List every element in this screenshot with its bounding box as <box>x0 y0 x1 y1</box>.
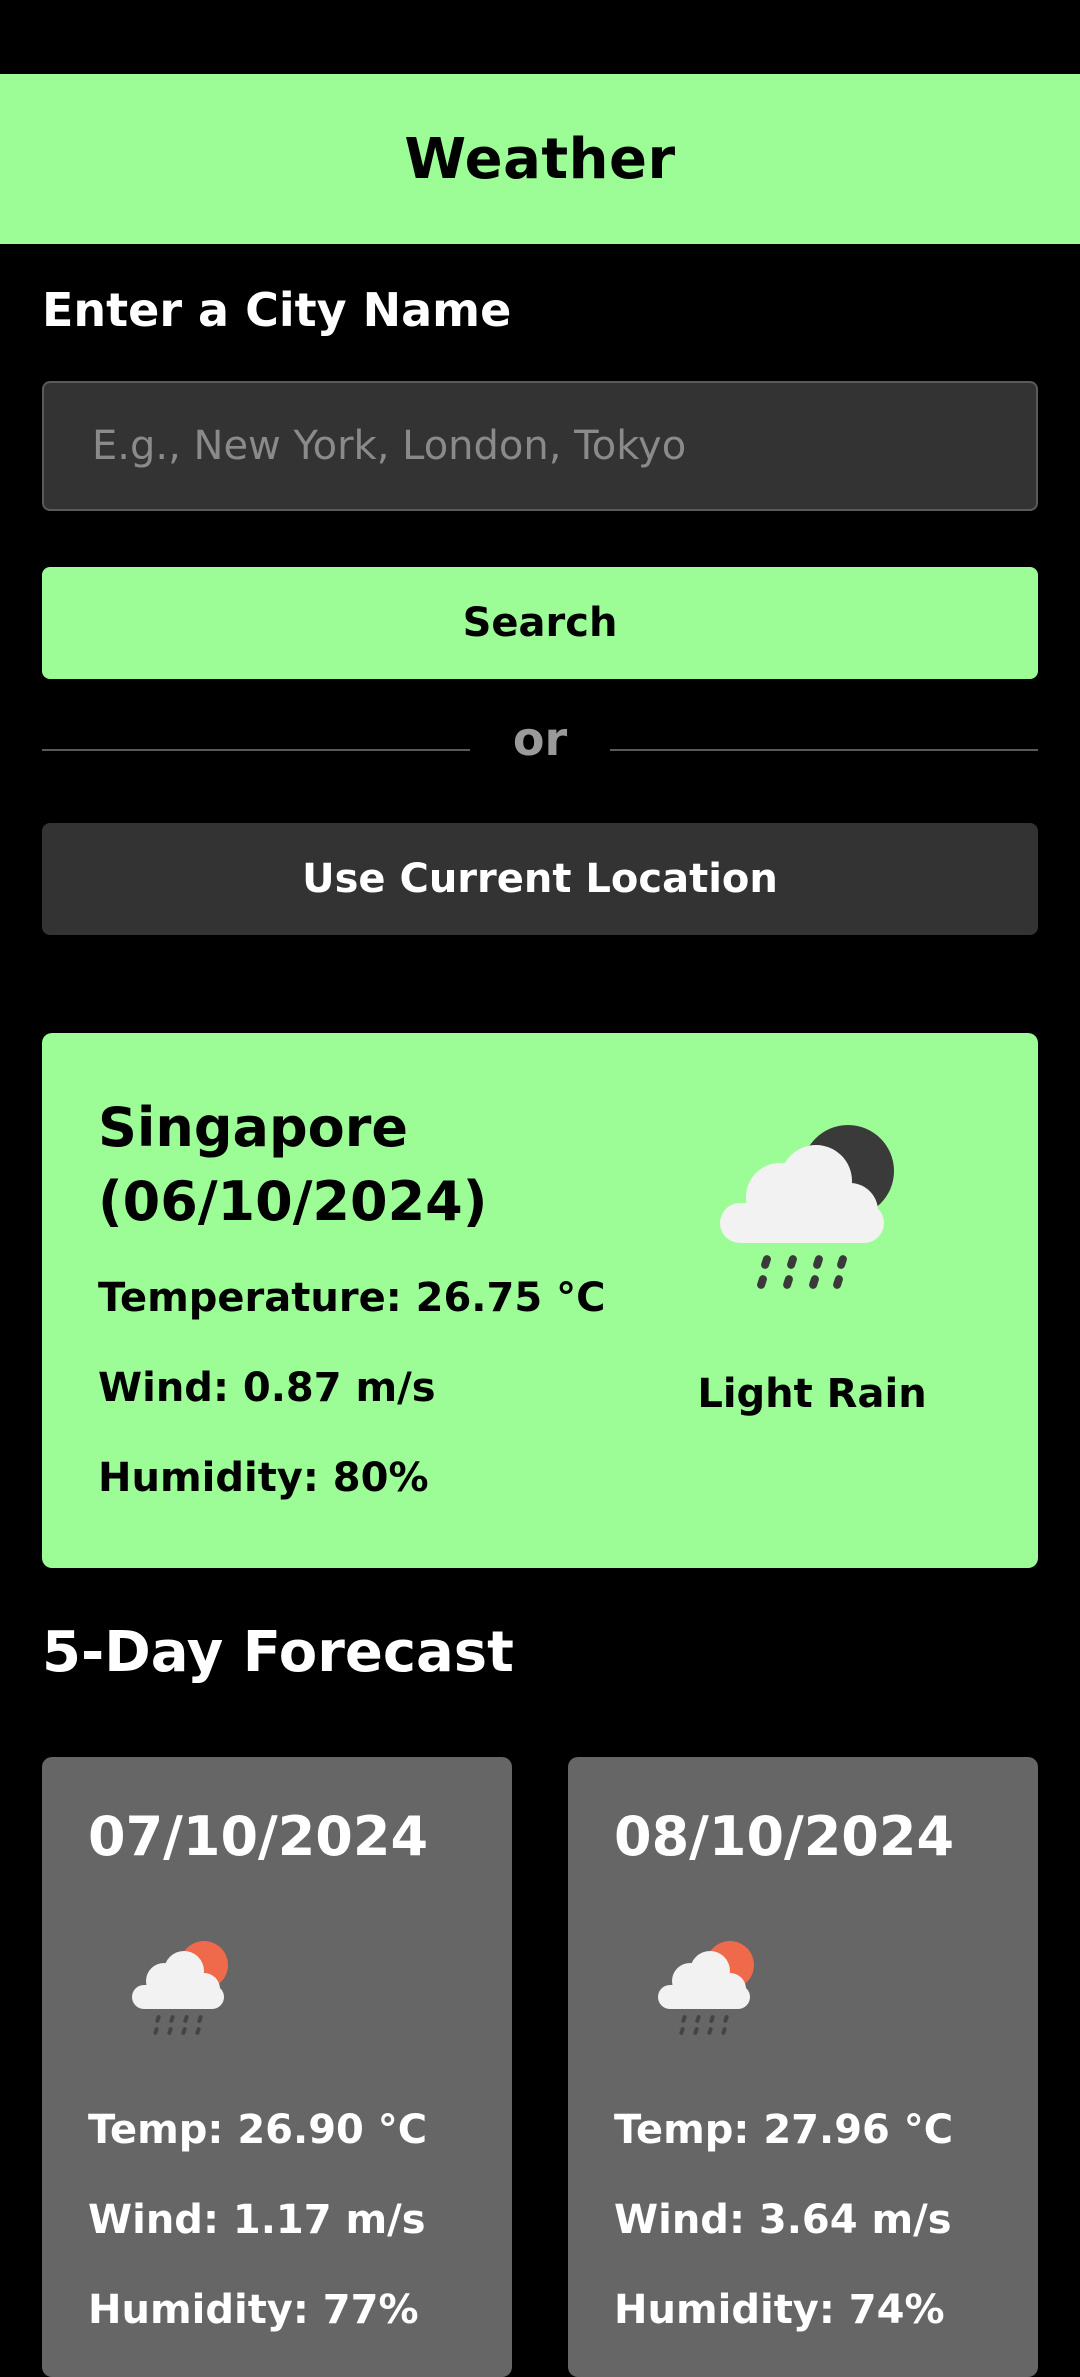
rain-cloud-moon-icon <box>720 1125 894 1289</box>
forecast-humidity: Humidity: 74% <box>614 2287 945 2333</box>
current-city-title: Singapore (06/10/2024) <box>98 1091 658 1239</box>
forecast-card: 08/10/2024 Temp: 27.96 °C Wind: 3.64 m/s… <box>568 1757 1038 2377</box>
current-weather-card: Singapore (06/10/2024) Temperature: 26.7… <box>42 1033 1038 1568</box>
current-temperature: Temperature: 26.75 °C <box>98 1275 606 1321</box>
current-weather-description: Light Rain <box>697 1371 927 1417</box>
current-date: (06/10/2024) <box>98 1170 488 1233</box>
app-header: Weather <box>0 74 1080 244</box>
rain-cloud-sun-icon <box>132 1941 228 2035</box>
divider-text: or <box>512 712 568 766</box>
forecast-date: 07/10/2024 <box>88 1805 429 1868</box>
forecast-temp: Temp: 27.96 °C <box>614 2107 954 2153</box>
divider-line-left <box>42 749 470 751</box>
city-input-label: Enter a City Name <box>42 283 512 337</box>
search-button[interactable]: Search <box>42 567 1038 679</box>
divider-line-right <box>610 749 1038 751</box>
forecast-card: 07/10/2024 Temp: 26.90 °C Wind: 1.17 m/s… <box>42 1757 512 2377</box>
forecast-humidity: Humidity: 77% <box>88 2287 419 2333</box>
forecast-temp: Temp: 26.90 °C <box>88 2107 428 2153</box>
current-humidity: Humidity: 80% <box>98 1455 429 1501</box>
status-bar <box>0 0 1080 74</box>
forecast-wind: Wind: 3.64 m/s <box>614 2197 952 2243</box>
app-title: Weather <box>404 126 676 192</box>
rain-cloud-sun-icon <box>658 1941 754 2035</box>
forecast-date: 08/10/2024 <box>614 1805 955 1868</box>
current-city-name: Singapore <box>98 1096 408 1159</box>
forecast-wind: Wind: 1.17 m/s <box>88 2197 426 2243</box>
forecast-title: 5-Day Forecast <box>42 1620 514 1685</box>
use-current-location-button[interactable]: Use Current Location <box>42 823 1038 935</box>
city-search-input[interactable] <box>42 381 1038 511</box>
current-wind: Wind: 0.87 m/s <box>98 1365 436 1411</box>
